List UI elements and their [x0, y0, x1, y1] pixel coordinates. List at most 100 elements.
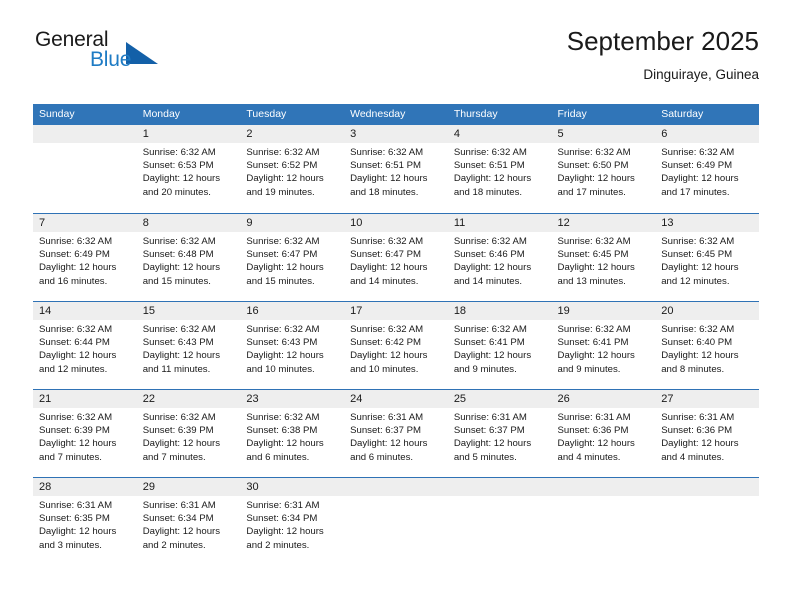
day-number: 13: [655, 214, 759, 232]
day-details: Sunrise: 6:32 AM Sunset: 6:41 PM Daylight:…: [448, 320, 552, 376]
sunset-time: Sunset: 6:39 PM: [142, 425, 214, 437]
day-details: Sunrise: 6:32 AM Sunset: 6:51 PM Daylight:…: [448, 143, 552, 199]
day-details: Sunrise: 6:32 AM Sunset: 6:49 PM Daylight:…: [33, 232, 137, 288]
calendar-day-cell[interactable]: 4 Sunrise: 6:32 AM Sunset: 6:51 PM Daylight…: [447, 125, 552, 213]
calendar-day-cell[interactable]: 30 Sunrise: 6:31 AM Sunset: 6:34 PM Dayligh…: [240, 478, 345, 565]
day-number: 24: [344, 390, 448, 408]
daylight-duration: Daylight: 12 hours and 6 minutes.: [350, 438, 428, 463]
day-details: Sunrise: 6:32 AM Sunset: 6:53 PM Daylight:…: [137, 143, 241, 199]
day-details: Sunrise: 6:32 AM Sunset: 6:46 PM Daylight:…: [448, 232, 552, 288]
sunrise-time: Sunrise: 6:32 AM: [142, 324, 216, 335]
sunrise-time: Sunrise: 6:32 AM: [246, 236, 320, 247]
calendar-day-cell[interactable]: 6 Sunrise: 6:32 AM Sunset: 6:49 PM Daylight…: [655, 125, 759, 213]
day-number: 14: [33, 302, 137, 320]
daylight-duration: Daylight: 12 hours and 20 minutes.: [142, 173, 221, 198]
sunrise-time: Sunrise: 6:31 AM: [246, 500, 320, 511]
calendar-day-cell[interactable]: 1 Sunrise: 6:32 AM Sunset: 6:53 PM Daylight…: [136, 125, 241, 213]
calendar-day-cell[interactable]: 12 Sunrise: 6:32 AM Sunset: 6:45 PM Dayligh…: [551, 214, 656, 301]
sunset-time: Sunset: 6:35 PM: [39, 513, 110, 525]
daylight-duration: Daylight: 12 hours and 4 minutes.: [557, 438, 635, 463]
calendar-day-cell[interactable]: 8 Sunrise: 6:32 AM Sunset: 6:48 PM Daylight…: [136, 214, 241, 301]
calendar-day-cell[interactable]: 7 Sunrise: 6:32 AM Sunset: 6:49 PM Daylight…: [33, 214, 137, 301]
calendar-grid: Sunday Monday Tuesday Wednesday Thursday…: [33, 104, 759, 565]
sunset-time: Sunset: 6:44 PM: [39, 337, 110, 349]
weekday-header-monday: Monday: [142, 108, 181, 120]
sunrise-time: Sunrise: 6:32 AM: [142, 236, 216, 247]
calendar-day-cell[interactable]: 9 Sunrise: 6:32 AM Sunset: 6:47 PM Daylight…: [240, 214, 345, 301]
sunrise-time: Sunrise: 6:32 AM: [39, 324, 113, 335]
generalblue-logo[interactable]: General Blue: [33, 26, 253, 86]
sunrise-time: Sunrise: 6:32 AM: [246, 147, 320, 158]
day-number: 21: [33, 390, 137, 408]
calendar-day-cell[interactable]: 10 Sunrise: 6:32 AM Sunset: 6:47 PM Dayligh…: [344, 214, 448, 301]
sunrise-time: Sunrise: 6:32 AM: [142, 147, 216, 158]
calendar-day-cell[interactable]: 21 Sunrise: 6:32 AM Sunset: 6:39 PM Dayligh…: [33, 390, 137, 477]
calendar-day-cell[interactable]: 23 Sunrise: 6:32 AM Sunset: 6:38 PM Dayligh…: [240, 390, 345, 477]
weekday-header-tuesday: Tuesday: [246, 108, 287, 120]
day-details: Sunrise: 6:31 AM Sunset: 6:37 PM Daylight:…: [344, 408, 448, 464]
day-details: Sunrise: 6:32 AM Sunset: 6:47 PM Daylight:…: [240, 232, 344, 288]
day-number: 17: [344, 302, 448, 320]
day-number: [33, 125, 137, 143]
sunrise-time: Sunrise: 6:32 AM: [661, 324, 735, 335]
sunrise-time: Sunrise: 6:32 AM: [661, 147, 735, 158]
sunset-time: Sunset: 6:52 PM: [246, 160, 318, 172]
calendar-day-cell[interactable]: 11 Sunrise: 6:32 AM Sunset: 6:46 PM Dayligh…: [447, 214, 552, 301]
day-details: Sunrise: 6:31 AM Sunset: 6:34 PM Daylight:…: [240, 496, 344, 552]
day-number: 7: [33, 214, 137, 232]
day-number: 1: [136, 125, 241, 143]
day-number: 15: [136, 302, 241, 320]
calendar-day-cell[interactable]: 25 Sunrise: 6:31 AM Sunset: 6:37 PM Dayligh…: [447, 390, 552, 477]
calendar-day-cell[interactable]: 13 Sunrise: 6:32 AM Sunset: 6:45 PM Dayligh…: [655, 214, 759, 301]
sunrise-time: Sunrise: 6:32 AM: [661, 236, 735, 247]
day-number: 22: [136, 390, 241, 408]
calendar-day-cell[interactable]: 27 Sunrise: 6:31 AM Sunset: 6:36 PM Dayligh…: [655, 390, 759, 477]
calendar-day-cell[interactable]: 15 Sunrise: 6:32 AM Sunset: 6:43 PM Dayligh…: [136, 302, 241, 389]
calendar-day-cell[interactable]: 24 Sunrise: 6:31 AM Sunset: 6:37 PM Dayligh…: [344, 390, 448, 477]
daylight-duration: Daylight: 12 hours and 9 minutes.: [453, 350, 532, 375]
daylight-duration: Daylight: 12 hours and 18 minutes.: [453, 173, 532, 198]
daylight-duration: Daylight: 12 hours and 18 minutes.: [350, 173, 428, 198]
sunrise-time: Sunrise: 6:31 AM: [453, 412, 527, 423]
daylight-duration: Daylight: 12 hours and 17 minutes.: [661, 173, 739, 198]
day-number: 29: [136, 478, 241, 496]
calendar-day-cell[interactable]: 20 Sunrise: 6:32 AM Sunset: 6:40 PM Dayligh…: [655, 302, 759, 389]
page-subtitle-location: Dinguiraye, Guinea: [643, 67, 759, 82]
day-number: 27: [655, 390, 759, 408]
day-number: 18: [447, 302, 552, 320]
daylight-duration: Daylight: 12 hours and 11 minutes.: [142, 350, 221, 375]
calendar-day-cell[interactable]: 2 Sunrise: 6:32 AM Sunset: 6:52 PM Daylight…: [240, 125, 345, 213]
calendar-day-cell[interactable]: 14 Sunrise: 6:32 AM Sunset: 6:44 PM Dayligh…: [33, 302, 137, 389]
sunset-time: Sunset: 6:39 PM: [39, 425, 110, 437]
calendar-day-cell[interactable]: 17 Sunrise: 6:32 AM Sunset: 6:42 PM Dayligh…: [344, 302, 448, 389]
calendar-page: General Blue September 2025 Dinguiraye, …: [0, 0, 792, 612]
calendar-day-cell[interactable]: 18 Sunrise: 6:32 AM Sunset: 6:41 PM Dayligh…: [447, 302, 552, 389]
calendar-day-cell[interactable]: 22 Sunrise: 6:32 AM Sunset: 6:39 PM Dayligh…: [136, 390, 241, 477]
sunset-time: Sunset: 6:43 PM: [246, 337, 318, 349]
calendar-day-cell[interactable]: 28 Sunrise: 6:31 AM Sunset: 6:35 PM Dayligh…: [33, 478, 137, 565]
daylight-duration: Daylight: 12 hours and 15 minutes.: [142, 262, 221, 287]
calendar-day-cell[interactable]: 26 Sunrise: 6:31 AM Sunset: 6:36 PM Dayligh…: [551, 390, 656, 477]
sunrise-time: Sunrise: 6:32 AM: [453, 236, 527, 247]
daylight-duration: Daylight: 12 hours and 7 minutes.: [39, 438, 117, 463]
logo-text-blue: Blue: [90, 48, 132, 71]
calendar-day-cell[interactable]: 5 Sunrise: 6:32 AM Sunset: 6:50 PM Daylight…: [551, 125, 656, 213]
sunrise-time: Sunrise: 6:32 AM: [142, 412, 216, 423]
day-details: Sunrise: 6:31 AM Sunset: 6:36 PM Daylight:…: [552, 408, 656, 464]
calendar-day-cell[interactable]: 29 Sunrise: 6:31 AM Sunset: 6:34 PM Dayligh…: [136, 478, 241, 565]
day-details: Sunrise: 6:32 AM Sunset: 6:45 PM Daylight:…: [552, 232, 656, 288]
day-number: 11: [447, 214, 552, 232]
day-number: 26: [551, 390, 656, 408]
day-details: Sunrise: 6:32 AM Sunset: 6:43 PM Daylight:…: [137, 320, 241, 376]
calendar-week-row: 7 Sunrise: 6:32 AM Sunset: 6:49 PM Daylight…: [33, 213, 759, 301]
day-details: Sunrise: 6:32 AM Sunset: 6:47 PM Daylight:…: [344, 232, 448, 288]
day-details: Sunrise: 6:32 AM Sunset: 6:48 PM Daylight:…: [137, 232, 241, 288]
title-block: September 2025 Dinguiraye, Guinea: [567, 26, 759, 84]
calendar-day-cell[interactable]: 3 Sunrise: 6:32 AM Sunset: 6:51 PM Daylight…: [344, 125, 448, 213]
sunrise-time: Sunrise: 6:32 AM: [350, 147, 424, 158]
calendar-day-cell[interactable]: 19 Sunrise: 6:32 AM Sunset: 6:41 PM Dayligh…: [551, 302, 656, 389]
day-number: 19: [551, 302, 656, 320]
day-number: 23: [240, 390, 345, 408]
calendar-day-cell[interactable]: 16 Sunrise: 6:32 AM Sunset: 6:43 PM Dayligh…: [240, 302, 345, 389]
day-details: Sunrise: 6:32 AM Sunset: 6:39 PM Daylight:…: [137, 408, 241, 464]
